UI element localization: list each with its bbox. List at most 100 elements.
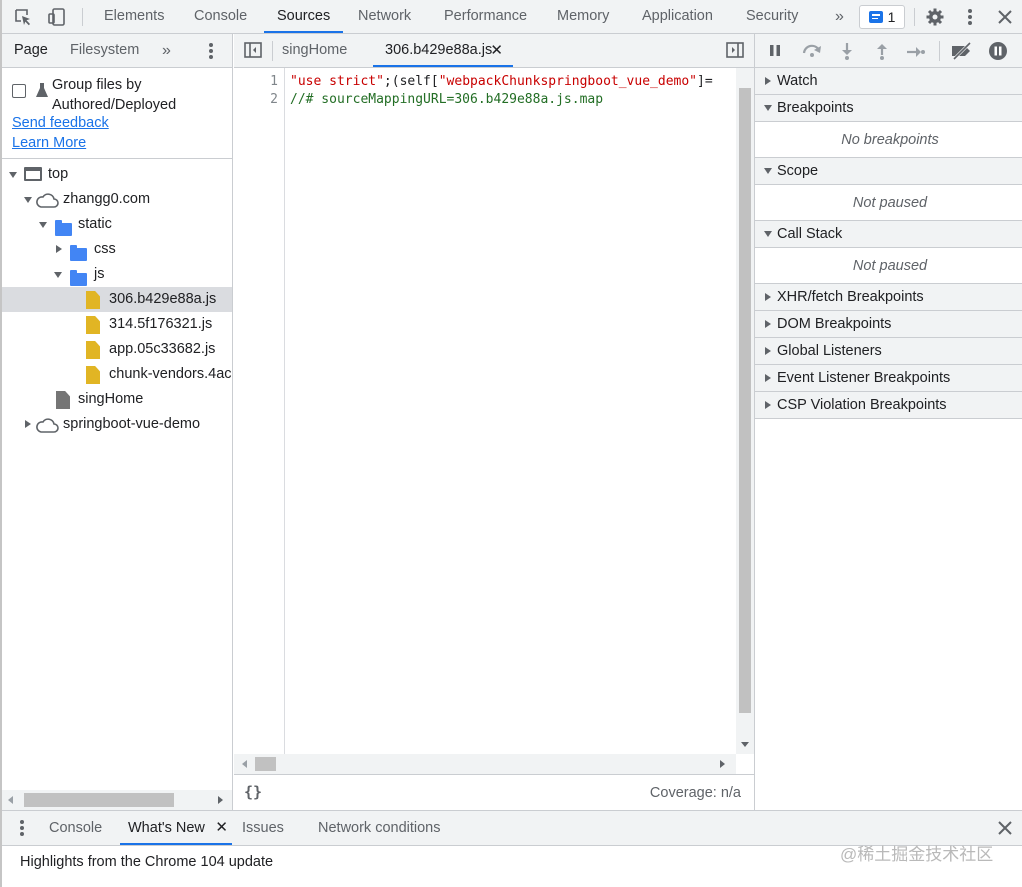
section-event-listener-breakpoints[interactable]: Event Listener Breakpoints: [755, 365, 1022, 392]
message-count: 1: [887, 9, 896, 25]
group-files-checkbox[interactable]: [12, 84, 26, 98]
tree-item-top[interactable]: top: [2, 162, 232, 187]
document-icon: [56, 391, 70, 409]
tab-network[interactable]: Network: [358, 0, 411, 33]
step-into-icon[interactable]: [841, 42, 853, 63]
drawer-tab-issues[interactable]: Issues: [242, 811, 284, 845]
file-navigator: Page Filesystem » Group files by Authore…: [2, 34, 233, 810]
scroll-down-icon[interactable]: [741, 742, 749, 747]
drawer-tab-console[interactable]: Console: [49, 811, 102, 845]
editor-tab-active-file[interactable]: 306.b429e88a.js ✕: [373, 34, 513, 67]
tab-application[interactable]: Application: [642, 0, 713, 33]
scrollbar-thumb[interactable]: [255, 757, 276, 771]
tree-item-static[interactable]: static: [2, 212, 232, 237]
pause-resume-icon[interactable]: [769, 44, 781, 60]
scroll-right-icon[interactable]: [720, 760, 725, 768]
divider: [2, 158, 232, 159]
whats-new-highlight[interactable]: Highlights from the Chrome 104 update: [20, 854, 273, 870]
section-breakpoints[interactable]: Breakpoints: [755, 95, 1022, 122]
editor-horizontal-scrollbar[interactable]: [234, 754, 736, 774]
navigator-tabs: Page Filesystem »: [2, 34, 232, 68]
scope-not-paused-message: Not paused: [755, 185, 1022, 221]
settings-gear-icon[interactable]: [924, 6, 946, 28]
send-feedback-link[interactable]: Send feedback: [12, 115, 109, 131]
code-line[interactable]: "use strict";(self["webpackChunkspringbo…: [290, 74, 713, 89]
tab-elements[interactable]: Elements: [104, 0, 164, 33]
toolbar-divider: [82, 8, 83, 26]
section-watch[interactable]: Watch: [755, 68, 1022, 95]
tree-item-singhome[interactable]: singHome: [2, 387, 232, 412]
tree-label: zhangg0.com: [63, 191, 151, 207]
more-options-icon[interactable]: [959, 6, 981, 28]
scrollbar-thumb[interactable]: [739, 88, 751, 713]
close-drawer-icon[interactable]: [998, 821, 1012, 838]
tree-label: css: [94, 241, 116, 257]
tab-console[interactable]: Console: [194, 0, 247, 33]
code-token: ;(self[: [383, 74, 439, 89]
step-out-icon[interactable]: [876, 42, 888, 63]
collapsed-arrow-icon: [765, 374, 771, 382]
code-area[interactable]: "use strict";(self["webpackChunkspringbo…: [234, 68, 736, 754]
toggle-debugger-icon[interactable]: [726, 42, 744, 61]
section-call-stack[interactable]: Call Stack: [755, 221, 1022, 248]
learn-more-link[interactable]: Learn More: [12, 135, 86, 151]
tree-item-file[interactable]: 306.b429e88a.js: [2, 287, 232, 312]
scroll-left-icon[interactable]: [8, 796, 13, 804]
tree-label: top: [48, 166, 69, 182]
js-file-icon: [86, 366, 100, 384]
tree-label: 314.5f176321.js: [109, 316, 213, 332]
more-navigator-tabs-icon[interactable]: »: [162, 34, 171, 67]
divider: [939, 41, 940, 61]
more-tabs-icon[interactable]: »: [835, 0, 844, 33]
tree-item-file[interactable]: 314.5f176321.js: [2, 312, 232, 337]
tree-item-css[interactable]: css: [2, 237, 232, 262]
tree-item-domain[interactable]: zhangg0.com: [2, 187, 232, 212]
code-line[interactable]: //# sourceMappingURL=306.b429e88a.js.map: [290, 92, 603, 107]
scroll-right-icon[interactable]: [218, 796, 223, 804]
tree-item-springboot[interactable]: springboot-vue-demo: [2, 412, 232, 437]
tab-sources[interactable]: Sources: [264, 0, 344, 33]
inspect-element-icon[interactable]: [12, 6, 34, 28]
tab-page[interactable]: Page: [14, 34, 48, 67]
device-toolbar-icon[interactable]: [46, 6, 68, 28]
close-tab-icon[interactable]: ✕: [490, 34, 503, 67]
expand-arrow-icon: [39, 222, 47, 228]
coverage-status: Coverage: n/a: [649, 785, 741, 801]
tab-filesystem[interactable]: Filesystem: [70, 34, 139, 67]
scroll-left-icon[interactable]: [242, 760, 247, 768]
navigator-menu-icon[interactable]: [208, 42, 214, 63]
section-dom-breakpoints[interactable]: DOM Breakpoints: [755, 311, 1022, 338]
editor-tab-singhome[interactable]: singHome: [280, 34, 349, 67]
deactivate-breakpoints-icon[interactable]: [950, 41, 974, 63]
scrollbar-thumb[interactable]: [24, 793, 174, 807]
issues-counter-button[interactable]: 1: [859, 5, 905, 29]
tree-item-js[interactable]: js: [2, 262, 232, 287]
divider: [272, 41, 273, 61]
pretty-print-button[interactable]: {}: [244, 783, 262, 801]
tree-item-file[interactable]: app.05c33682.js: [2, 337, 232, 362]
section-global-listeners[interactable]: Global Listeners: [755, 338, 1022, 365]
pause-on-exceptions-icon[interactable]: [988, 41, 1008, 64]
section-csp-violation-breakpoints[interactable]: CSP Violation Breakpoints: [755, 392, 1022, 419]
tab-performance[interactable]: Performance: [444, 0, 527, 33]
tab-security[interactable]: Security: [746, 0, 798, 33]
tree-item-file[interactable]: chunk-vendors.4ac: [2, 362, 232, 387]
step-icon[interactable]: [906, 45, 926, 61]
section-scope[interactable]: Scope: [755, 158, 1022, 185]
drawer-tab-whats-new[interactable]: What's New ✕: [120, 811, 232, 845]
toggle-navigator-icon[interactable]: [244, 42, 262, 61]
tab-memory[interactable]: Memory: [557, 0, 609, 33]
drawer-menu-icon[interactable]: [19, 819, 25, 840]
navigator-horizontal-scrollbar[interactable]: [2, 790, 232, 810]
tree-label: 306.b429e88a.js: [109, 291, 217, 307]
source-editor: singHome 306.b429e88a.js ✕ 1 2 "use stri…: [234, 34, 754, 810]
call-stack-not-paused-message: Not paused: [755, 248, 1022, 284]
drawer-tab-network-conditions[interactable]: Network conditions: [318, 811, 441, 845]
expand-arrow-icon: [54, 272, 62, 278]
step-over-icon[interactable]: [801, 43, 823, 60]
editor-vertical-scrollbar[interactable]: [736, 68, 754, 754]
section-xhr-breakpoints[interactable]: XHR/fetch Breakpoints: [755, 284, 1022, 311]
close-tab-icon[interactable]: ✕: [215, 811, 228, 845]
toolbar-divider: [914, 8, 915, 26]
close-devtools-icon[interactable]: [994, 6, 1016, 28]
